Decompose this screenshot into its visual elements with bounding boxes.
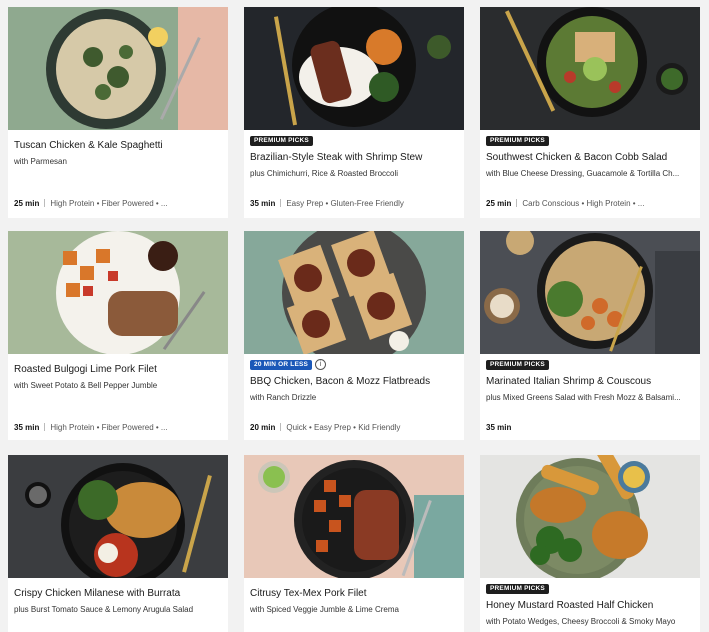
premium-picks-badge: PREMIUM PICKS bbox=[486, 584, 549, 594]
cook-time: 25 min bbox=[486, 199, 512, 208]
meta-divider bbox=[280, 199, 282, 207]
recipe-meta: 25 min High Protein • Fiber Powered • ... bbox=[14, 199, 222, 208]
recipe-card-tuscan-chicken[interactable]: Tuscan Chicken & Kale Spaghetti with Par… bbox=[8, 7, 228, 218]
recipe-photo bbox=[8, 231, 228, 354]
recipe-title[interactable]: Tuscan Chicken & Kale Spaghetti bbox=[14, 140, 222, 151]
premium-picks-badge: PREMIUM PICKS bbox=[486, 136, 549, 146]
recipe-tags: High Protein • Fiber Powered • ... bbox=[50, 199, 168, 208]
cook-time: 35 min bbox=[14, 423, 40, 432]
recipe-title[interactable]: Roasted Bulgogi Lime Pork Filet bbox=[14, 364, 222, 375]
recipe-photo bbox=[244, 7, 464, 130]
recipe-meta: 35 min bbox=[486, 423, 694, 432]
recipe-photo bbox=[8, 7, 228, 130]
recipe-tags: Carb Conscious • High Protein • ... bbox=[522, 199, 645, 208]
recipe-title[interactable]: Marinated Italian Shrimp & Couscous bbox=[486, 376, 694, 387]
recipe-subtitle: plus Chimichurri, Rice & Roasted Broccol… bbox=[250, 169, 399, 178]
info-icon[interactable]: i bbox=[315, 359, 326, 370]
recipe-tags: Easy Prep • Gluten-Free Friendly bbox=[286, 199, 404, 208]
recipe-meta: 35 min Easy Prep • Gluten-Free Friendly bbox=[250, 199, 458, 208]
recipe-card-honey-mustard-chicken[interactable]: PREMIUM PICKS Honey Mustard Roasted Half… bbox=[480, 455, 700, 632]
recipe-title[interactable]: Honey Mustard Roasted Half Chicken bbox=[486, 600, 694, 611]
meta-divider bbox=[44, 423, 46, 431]
recipe-subtitle: with Sweet Potato & Bell Pepper Jumble bbox=[14, 381, 158, 390]
premium-picks-badge: PREMIUM PICKS bbox=[486, 360, 549, 370]
recipe-meta: 20 min Quick • Easy Prep • Kid Friendly bbox=[250, 423, 458, 432]
cook-time: 25 min bbox=[14, 199, 40, 208]
recipe-meta: 25 min Carb Conscious • High Protein • ..… bbox=[486, 199, 694, 208]
recipe-photo bbox=[8, 455, 228, 578]
meta-divider bbox=[516, 199, 518, 207]
meta-divider bbox=[44, 199, 46, 207]
recipe-title[interactable]: Crispy Chicken Milanese with Burrata bbox=[14, 588, 222, 599]
cook-time: 20 min bbox=[250, 423, 276, 432]
recipe-card-bulgogi-pork[interactable]: Roasted Bulgogi Lime Pork Filet with Swe… bbox=[8, 231, 228, 440]
cook-time: 35 min bbox=[250, 199, 276, 208]
recipe-tags: High Protein • Fiber Powered • ... bbox=[50, 423, 168, 432]
recipe-photo bbox=[244, 455, 464, 578]
recipe-card-brazilian-steak[interactable]: PREMIUM PICKS Brazilian-Style Steak with… bbox=[244, 7, 464, 218]
recipe-card-tex-mex-pork[interactable]: Citrusy Tex-Mex Pork Filet with Spiced V… bbox=[244, 455, 464, 632]
recipe-subtitle: with Parmesan bbox=[14, 157, 67, 166]
recipe-title[interactable]: Citrusy Tex-Mex Pork Filet bbox=[250, 588, 458, 599]
meta-divider bbox=[280, 423, 282, 431]
recipe-subtitle: with Spiced Veggie Jumble & Lime Crema bbox=[250, 605, 399, 614]
recipe-title[interactable]: Brazilian-Style Steak with Shrimp Stew bbox=[250, 152, 458, 163]
recipe-card-southwest-cobb[interactable]: PREMIUM PICKS Southwest Chicken & Bacon … bbox=[480, 7, 700, 218]
recipe-photo bbox=[244, 231, 464, 354]
recipe-tags: Quick • Easy Prep • Kid Friendly bbox=[286, 423, 401, 432]
recipe-photo bbox=[480, 7, 700, 130]
premium-picks-badge: PREMIUM PICKS bbox=[250, 136, 313, 146]
recipe-subtitle: with Blue Cheese Dressing, Guacamole & T… bbox=[486, 169, 680, 178]
recipe-photo bbox=[480, 455, 700, 578]
recipe-card-italian-shrimp[interactable]: PREMIUM PICKS Marinated Italian Shrimp &… bbox=[480, 231, 700, 440]
recipe-subtitle: with Ranch Drizzle bbox=[250, 393, 317, 402]
recipe-title[interactable]: BBQ Chicken, Bacon & Mozz Flatbreads bbox=[250, 376, 458, 387]
recipe-title[interactable]: Southwest Chicken & Bacon Cobb Salad bbox=[486, 152, 694, 163]
recipe-subtitle: plus Burst Tomato Sauce & Lemony Arugula… bbox=[14, 605, 194, 614]
recipe-card-bbq-flatbreads[interactable]: 20 MIN OR LESS i BBQ Chicken, Bacon & Mo… bbox=[244, 231, 464, 440]
cook-time: 35 min bbox=[486, 423, 512, 432]
recipe-photo bbox=[480, 231, 700, 354]
recipe-subtitle: plus Mixed Greens Salad with Fresh Mozz … bbox=[486, 393, 681, 402]
recipe-card-chicken-milanese[interactable]: Crispy Chicken Milanese with Burrata plu… bbox=[8, 455, 228, 632]
20-min-badge: 20 MIN OR LESS bbox=[250, 360, 313, 370]
recipe-subtitle: with Potato Wedges, Cheesy Broccoli & Sm… bbox=[486, 617, 676, 626]
recipe-meta: 35 min High Protein • Fiber Powered • ... bbox=[14, 423, 222, 432]
